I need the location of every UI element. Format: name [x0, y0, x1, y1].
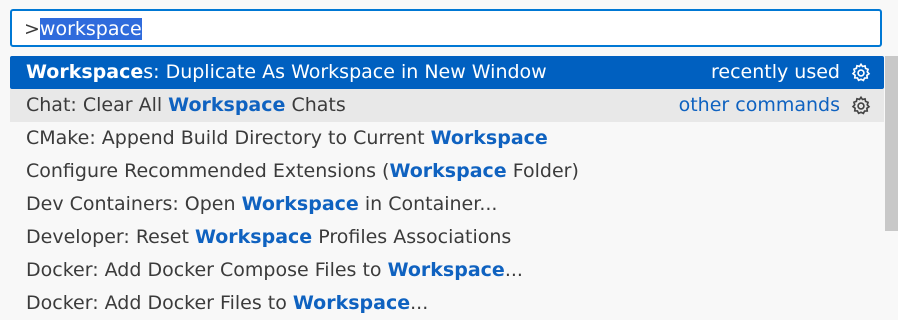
command-label-match: Workspace — [387, 259, 505, 281]
command-label-after: Chats — [285, 94, 346, 116]
command-label-after: ... — [410, 292, 429, 314]
command-label-before: Dev Containers: Open — [26, 193, 242, 215]
other-commands-label: other commands — [678, 94, 840, 116]
command-label-match: Workspace — [194, 226, 313, 248]
command-row[interactable]: Workspaces: Duplicate As Workspace in Ne… — [10, 56, 884, 89]
command-prefix: > — [24, 18, 40, 40]
command-label-before: Docker: Add Docker Files to — [26, 292, 293, 314]
command-palette-input[interactable]: >workspace — [10, 9, 882, 47]
row-right-area: recently used — [711, 56, 872, 89]
command-label-before: CMake: Append Build Directory to Current — [26, 127, 431, 149]
command-label-before: Chat: Clear All — [26, 94, 169, 116]
command-row[interactable]: Developer: Reset Workspace Profiles Asso… — [10, 221, 884, 254]
command-row[interactable]: Chat: Clear All Workspace Chats other co… — [10, 89, 884, 122]
command-label-match: Workspace — [292, 292, 411, 314]
command-label-before: Developer: Reset — [26, 226, 195, 248]
command-row[interactable]: CMake: Append Build Directory to Current… — [10, 122, 884, 155]
command-label-after: in Container... — [358, 193, 498, 215]
recently-used-label: recently used — [711, 61, 840, 83]
command-row[interactable]: Docker: Add Docker Files to Workspace... — [10, 287, 884, 320]
command-label-match: Workspace — [168, 94, 286, 116]
command-row[interactable]: Dev Containers: Open Workspace in Contai… — [10, 188, 884, 221]
command-label-before: Docker: Add Docker Compose Files to — [26, 259, 388, 281]
command-label-after: Folder) — [506, 160, 579, 182]
scrollbar-thumb[interactable] — [885, 56, 898, 231]
command-label-after: s: Duplicate As Workspace in New Window — [143, 61, 547, 83]
gear-icon[interactable] — [850, 62, 872, 84]
search-query: workspace — [39, 18, 142, 40]
command-label-match: Workspace — [26, 61, 144, 83]
command-label-match: Workspace — [430, 127, 548, 149]
command-label-match: Workspace — [389, 160, 507, 182]
gear-icon[interactable] — [850, 95, 872, 117]
command-row[interactable]: Configure Recommended Extensions (Worksp… — [10, 155, 884, 188]
command-label-after: Profiles Associations — [312, 226, 512, 248]
command-label-before: Configure Recommended Extensions ( — [26, 160, 390, 182]
command-label-match: Workspace — [241, 193, 359, 215]
command-row[interactable]: Docker: Add Docker Compose Files to Work… — [10, 254, 884, 287]
command-palette-input-text: >workspace — [24, 17, 142, 41]
command-list: Workspaces: Duplicate As Workspace in Ne… — [10, 56, 884, 320]
row-right-area: other commands — [679, 89, 872, 122]
command-label-after: ... — [504, 259, 523, 281]
